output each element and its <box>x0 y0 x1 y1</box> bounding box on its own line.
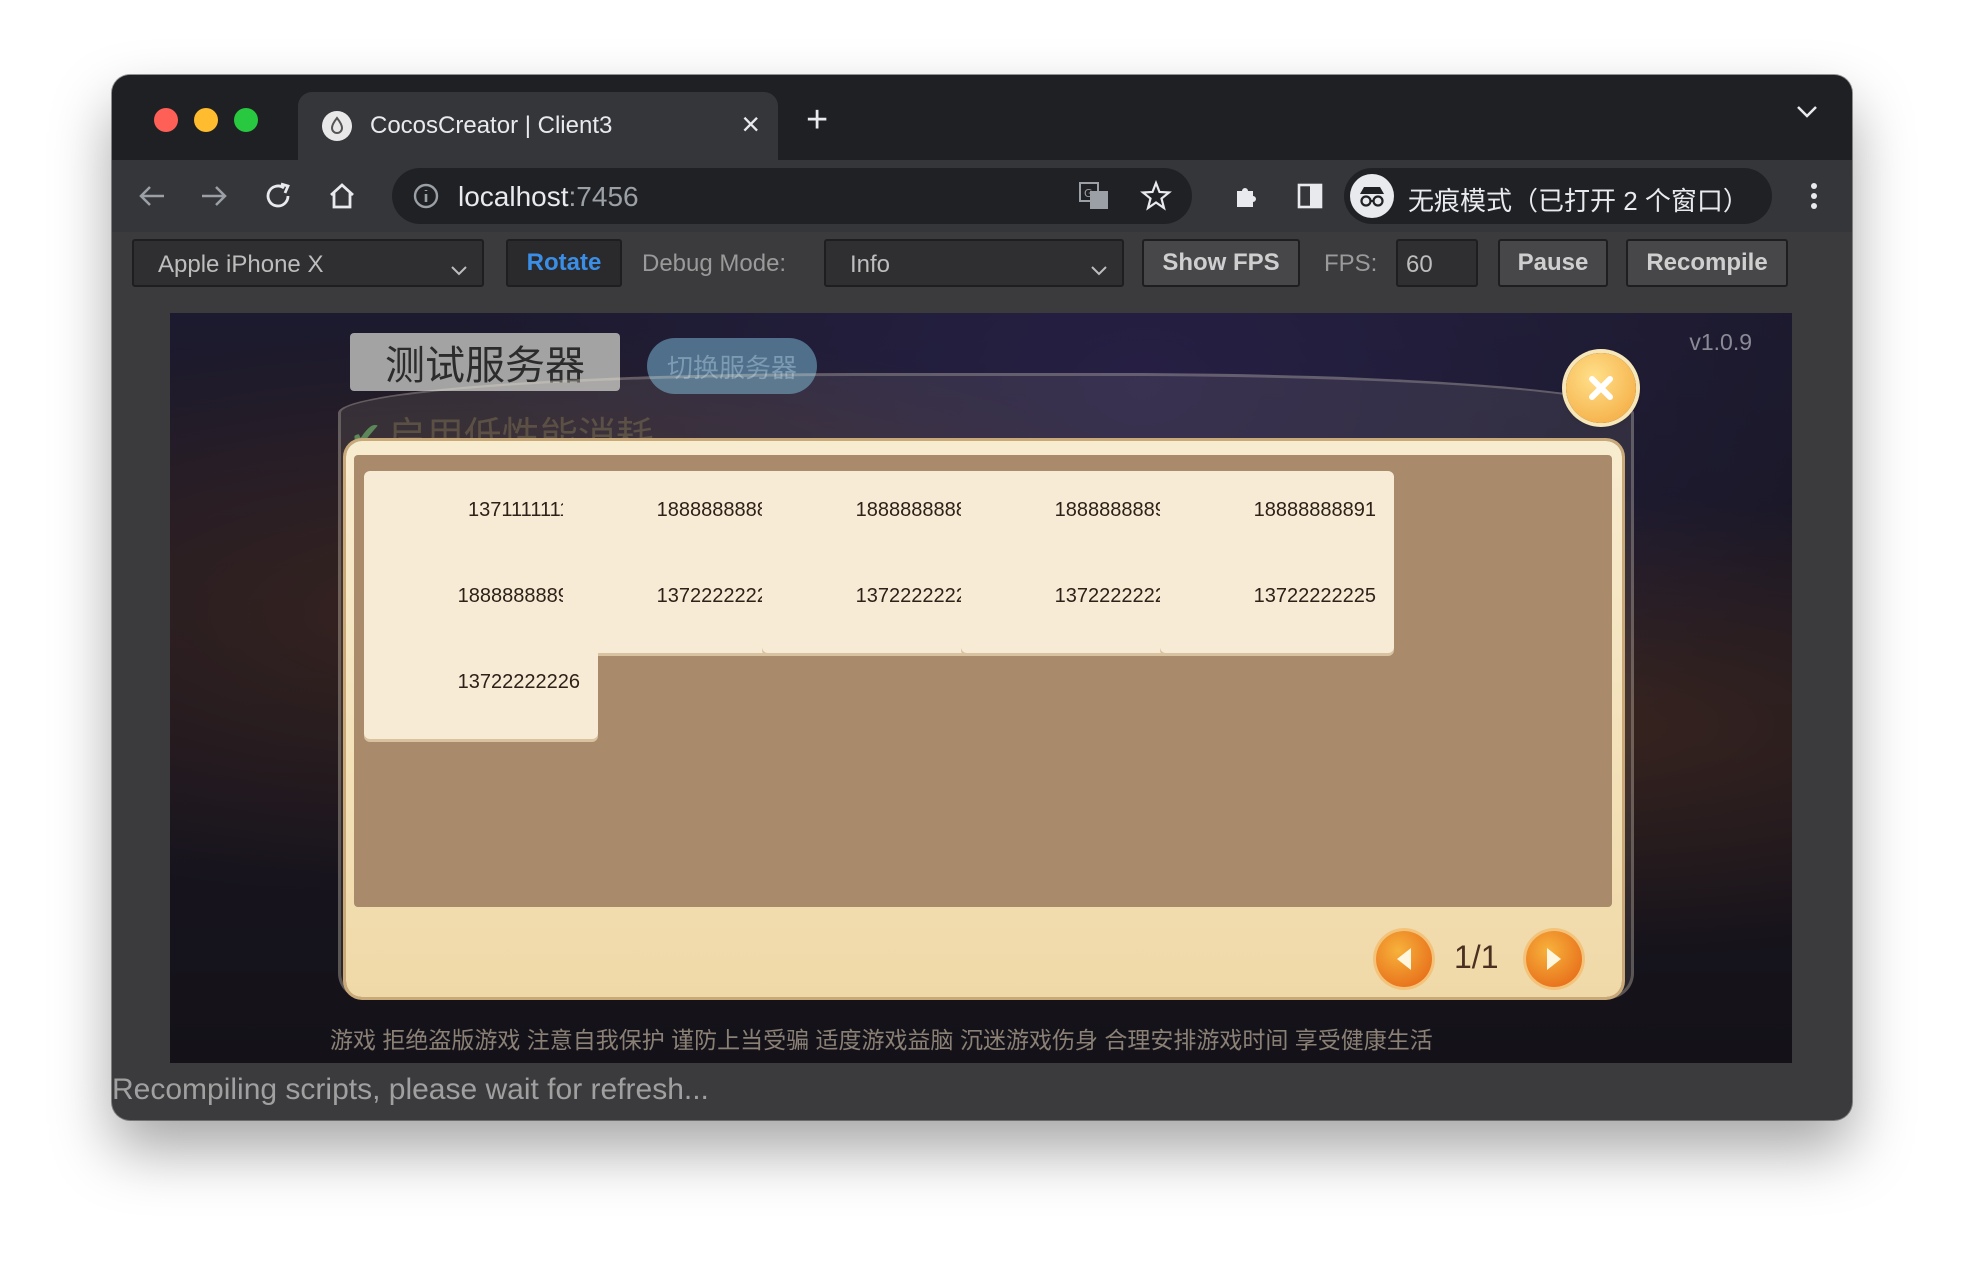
incognito-icon <box>1350 174 1394 218</box>
incognito-label: 无痕模式（已打开 2 个窗口） <box>1408 186 1749 216</box>
url-text: localhost:7456 <box>458 181 639 213</box>
device-select-value: Apple iPhone X <box>158 251 324 278</box>
rotate-button[interactable]: Rotate <box>506 239 622 287</box>
arrow-left-icon <box>1397 948 1411 970</box>
forward-arrow-icon[interactable] <box>196 178 232 214</box>
arrow-right-icon <box>1547 948 1561 970</box>
browser-menu-icon[interactable] <box>1796 178 1832 214</box>
account-button[interactable]: 13722222225 <box>1160 557 1394 653</box>
recompile-status: Recompiling scripts, please wait for ref… <box>112 1073 709 1106</box>
url-host: localhost <box>458 181 569 212</box>
recompile-button[interactable]: Recompile <box>1626 239 1788 287</box>
prev-page-button[interactable] <box>1376 931 1432 987</box>
debug-mode-label: Debug Mode: <box>642 250 787 277</box>
version-label: v1.0.9 <box>1689 329 1752 355</box>
dialog-close-button[interactable] <box>1566 353 1636 423</box>
account-select-dialog: 13711111111 18888888888 18888888889 1888… <box>346 441 1622 997</box>
show-fps-button[interactable]: Show FPS <box>1142 239 1300 287</box>
tab-strip: CocosCreator | Client3 × + <box>112 75 1852 160</box>
svg-text:G: G <box>1084 187 1093 200</box>
home-icon[interactable] <box>324 178 360 214</box>
reload-icon[interactable] <box>260 178 296 214</box>
health-notice: 游戏 拒绝盗版游戏 注意自我保护 谨防上当受骗 适度游戏益脑 沉迷游戏伤身 合理… <box>330 1027 1433 1053</box>
address-bar[interactable]: localhost:7456 G <box>392 168 1192 224</box>
browser-window: CocosCreator | Client3 × + localhost:745… <box>112 75 1852 1120</box>
minimize-window-button[interactable] <box>194 108 218 132</box>
site-info-icon[interactable] <box>412 182 440 215</box>
tab-close-icon[interactable]: × <box>741 106 760 142</box>
debug-mode-select[interactable]: Info <box>824 239 1124 287</box>
debug-mode-value: Info <box>850 251 891 278</box>
fps-input[interactable]: 60 <box>1396 239 1478 287</box>
extensions-puzzle-icon[interactable] <box>1228 178 1264 214</box>
bookmark-star-icon[interactable] <box>1140 179 1172 217</box>
url-port: :7456 <box>568 181 639 212</box>
incognito-indicator[interactable]: 无痕模式（已打开 2 个窗口） <box>1344 168 1772 224</box>
maximize-window-button[interactable] <box>234 108 258 132</box>
tab-title: CocosCreator | Client3 <box>370 112 613 139</box>
page-indicator: 1/1 <box>1454 939 1499 975</box>
game-canvas[interactable]: v1.0.9 测试服务器 切换服务器 ✔ 启用低性能消耗 游戏 拒绝盗版游戏 注意… <box>170 313 1792 1063</box>
browser-toolbar: localhost:7456 G 无痕模式（已打开 2 个窗口） <box>112 160 1852 234</box>
next-page-button[interactable] <box>1526 931 1582 987</box>
chevron-down-icon <box>1090 256 1108 284</box>
close-icon <box>1589 376 1613 400</box>
account-button[interactable]: 13722222226 <box>364 643 598 739</box>
translate-icon[interactable]: G <box>1078 181 1110 216</box>
cocos-preview-toolbar: Apple iPhone X Rotate Debug Mode: Info S… <box>112 232 1852 302</box>
back-arrow-icon[interactable] <box>134 178 170 214</box>
close-window-button[interactable] <box>154 108 178 132</box>
browser-tab[interactable]: CocosCreator | Client3 × <box>298 92 778 160</box>
chevron-down-icon <box>450 256 468 284</box>
account-button[interactable]: 18888888891 <box>1160 471 1394 567</box>
device-select[interactable]: Apple iPhone X <box>132 239 484 287</box>
tab-search-chevron-icon[interactable] <box>1796 105 1818 124</box>
fps-label: FPS: <box>1324 250 1378 277</box>
account-grid: 13711111111 18888888888 18888888889 1888… <box>354 455 1612 907</box>
cocos-favicon-icon <box>322 111 352 141</box>
side-panel-icon[interactable] <box>1292 178 1328 214</box>
pause-button[interactable]: Pause <box>1498 239 1608 287</box>
new-tab-plus-icon[interactable]: + <box>806 101 828 139</box>
